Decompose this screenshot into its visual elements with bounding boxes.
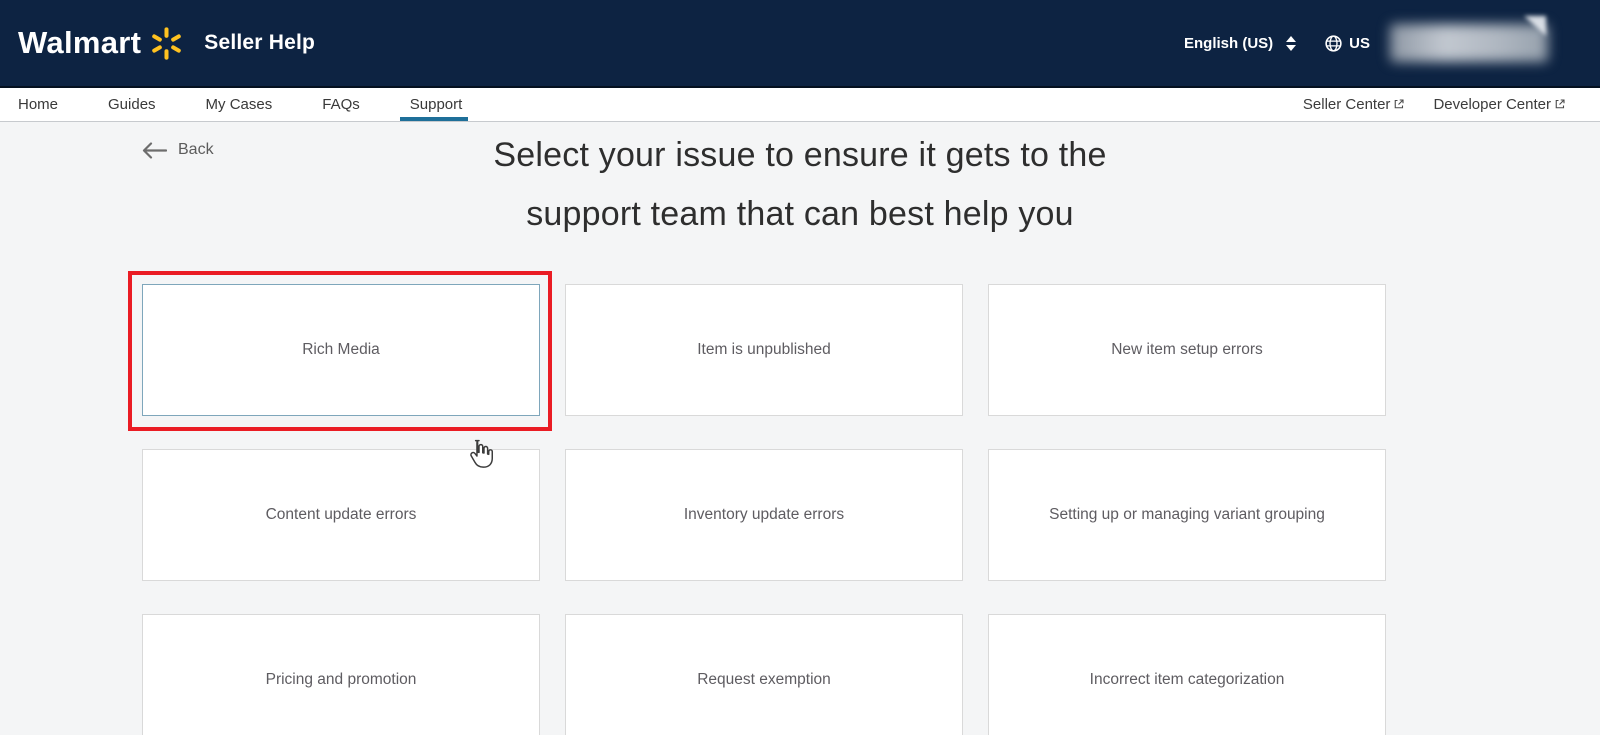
walmart-spark-icon (149, 26, 184, 61)
issue-card-new-item-setup-errors[interactable]: New item setup errors (988, 284, 1386, 416)
page-title-line2: support team that can best help you (526, 195, 1074, 233)
issue-card-request-exemption[interactable]: Request exemption (565, 614, 963, 735)
issue-card-inventory-update-errors[interactable]: Inventory update errors (565, 449, 963, 581)
region-selector[interactable]: US (1324, 34, 1370, 53)
issue-card-wrap-rich-media: Rich Media (128, 271, 552, 431)
issue-card-item-is-unpublished[interactable]: Item is unpublished (565, 284, 963, 416)
back-arrow-icon (142, 141, 167, 159)
issue-grid: Rich Media Item is unpublished New item … (128, 271, 1600, 735)
language-selector[interactable]: English (US) (1183, 34, 1297, 52)
support-issue-picker: Back Select your issue to ensure it gets… (0, 122, 1600, 735)
issue-card-variant-grouping[interactable]: Setting up or managing variant grouping (988, 449, 1386, 581)
tab-faqs[interactable]: FAQs (322, 88, 360, 121)
nav-tabs: Home Guides My Cases FAQs Support (18, 88, 468, 121)
globe-icon (1324, 34, 1343, 53)
tab-guides[interactable]: Guides (108, 88, 156, 121)
issue-card-rich-media[interactable]: Rich Media (142, 284, 540, 416)
tab-my-cases[interactable]: My Cases (206, 88, 273, 121)
app-title: Seller Help (204, 31, 316, 54)
tab-home[interactable]: Home (18, 88, 58, 121)
issue-card-incorrect-item-categorization[interactable]: Incorrect item categorization (988, 614, 1386, 735)
tab-support[interactable]: Support (399, 88, 468, 121)
developer-center-link[interactable]: Developer Center (1433, 88, 1566, 121)
walmart-logo[interactable]: Walmart (18, 25, 184, 61)
developer-center-label: Developer Center (1433, 96, 1551, 113)
up-down-arrows-icon (1286, 35, 1297, 51)
back-label: Back (178, 141, 214, 158)
language-label: English (US) (1183, 34, 1274, 52)
walmart-wordmark: Walmart (18, 25, 142, 60)
seller-center-link[interactable]: Seller Center (1303, 88, 1406, 121)
seller-center-label: Seller Center (1302, 96, 1391, 113)
external-link-icon (1554, 98, 1566, 112)
page-title-line1: Select your issue to ensure it gets to t… (493, 136, 1107, 174)
main-navbar: Home Guides My Cases FAQs Support Seller… (0, 88, 1600, 122)
app-header: Walmart Seller Help English (US) US (0, 0, 1600, 88)
back-button[interactable]: Back (142, 141, 214, 159)
issue-card-content-update-errors[interactable]: Content update errors (142, 449, 540, 581)
issue-card-pricing-and-promotion[interactable]: Pricing and promotion (142, 614, 540, 735)
region-label: US (1349, 34, 1370, 52)
blur-highlight-artifact (1524, 16, 1546, 36)
page-title: Select your issue to ensure it gets to t… (0, 122, 1600, 244)
external-link-icon (1393, 98, 1405, 112)
